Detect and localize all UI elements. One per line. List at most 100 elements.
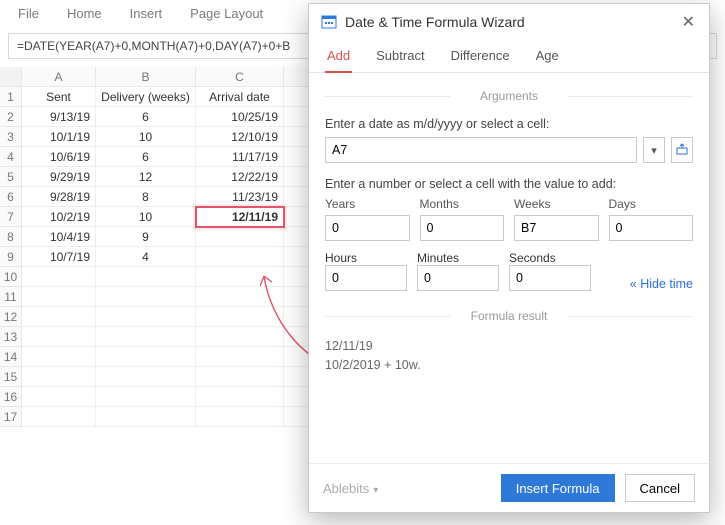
hide-time-link[interactable]: « Hide time [630, 277, 693, 291]
cell[interactable] [196, 347, 284, 367]
cell[interactable] [196, 307, 284, 327]
date-time-wizard-dialog: Date & Time Formula Wizard ✕ Add Subtrac… [308, 3, 710, 513]
cell[interactable] [196, 287, 284, 307]
cell[interactable]: 4 [96, 247, 196, 267]
row-header[interactable]: 10 [0, 267, 22, 287]
col-header[interactable]: A [22, 67, 96, 87]
cell[interactable]: 10/1/19 [22, 127, 96, 147]
row-header[interactable]: 3 [0, 127, 22, 147]
label-days: Days [609, 197, 694, 211]
cell[interactable]: 11/23/19 [196, 187, 284, 207]
cell[interactable] [196, 387, 284, 407]
cell[interactable] [196, 247, 284, 267]
col-header[interactable]: C [196, 67, 284, 87]
weeks-input[interactable] [514, 215, 599, 241]
cell[interactable] [96, 307, 196, 327]
cell[interactable] [196, 327, 284, 347]
row-header[interactable]: 1 [0, 87, 22, 107]
cell[interactable] [196, 407, 284, 427]
cell[interactable]: 10/25/19 [196, 107, 284, 127]
cell[interactable]: 12 [96, 167, 196, 187]
select-all-corner[interactable] [0, 67, 22, 87]
ribbon-tab-file[interactable]: File [18, 6, 39, 21]
date-dropdown-button[interactable]: ▾ [643, 137, 665, 163]
cell[interactable] [96, 387, 196, 407]
row-header[interactable]: 4 [0, 147, 22, 167]
seconds-input[interactable] [509, 265, 591, 291]
row-header[interactable]: 8 [0, 227, 22, 247]
cell[interactable] [22, 407, 96, 427]
row-header[interactable]: 13 [0, 327, 22, 347]
cell[interactable] [22, 347, 96, 367]
cell[interactable] [22, 367, 96, 387]
cell[interactable]: 6 [96, 147, 196, 167]
cell[interactable] [22, 307, 96, 327]
row-header[interactable]: 5 [0, 167, 22, 187]
cell[interactable]: 9/13/19 [22, 107, 96, 127]
label-months: Months [420, 197, 505, 211]
cell[interactable]: 8 [96, 187, 196, 207]
cell[interactable] [96, 287, 196, 307]
cell[interactable]: 9/28/19 [22, 187, 96, 207]
cell[interactable]: 12/10/19 [196, 127, 284, 147]
years-input[interactable] [325, 215, 410, 241]
date-input[interactable] [325, 137, 637, 163]
selected-cell[interactable]: 12/11/19 [196, 207, 284, 227]
row-header[interactable]: 15 [0, 367, 22, 387]
cell[interactable] [22, 327, 96, 347]
cell[interactable] [96, 367, 196, 387]
cell[interactable]: 10 [96, 207, 196, 227]
months-input[interactable] [420, 215, 505, 241]
close-button[interactable]: ✕ [678, 12, 699, 32]
row-header[interactable]: 16 [0, 387, 22, 407]
row-header[interactable]: 7 [0, 207, 22, 227]
row-header[interactable]: 12 [0, 307, 22, 327]
cell[interactable]: 6 [96, 107, 196, 127]
cell[interactable]: 9/29/19 [22, 167, 96, 187]
cell[interactable] [96, 327, 196, 347]
cell[interactable]: 10/6/19 [22, 147, 96, 167]
tab-subtract[interactable]: Subtract [374, 42, 426, 72]
cell[interactable] [22, 267, 96, 287]
brand-link[interactable]: Ablebits▾ [323, 481, 491, 496]
row-header[interactable]: 6 [0, 187, 22, 207]
cell[interactable]: 10/4/19 [22, 227, 96, 247]
cell[interactable] [22, 387, 96, 407]
cell[interactable]: 9 [96, 227, 196, 247]
tab-difference[interactable]: Difference [449, 42, 512, 72]
row-header[interactable]: 14 [0, 347, 22, 367]
dialog-title: Date & Time Formula Wizard [345, 14, 525, 30]
cell[interactable]: 10/7/19 [22, 247, 96, 267]
ribbon-tab-insert[interactable]: Insert [130, 6, 163, 21]
row-header[interactable]: 9 [0, 247, 22, 267]
cancel-button[interactable]: Cancel [625, 474, 695, 502]
ribbon-tab-page-layout[interactable]: Page Layout [190, 6, 263, 21]
tab-age[interactable]: Age [534, 42, 561, 72]
insert-formula-button[interactable]: Insert Formula [501, 474, 615, 502]
cell[interactable]: Delivery (weeks) [96, 87, 196, 107]
row-header[interactable]: 11 [0, 287, 22, 307]
cell[interactable]: Sent [22, 87, 96, 107]
cell[interactable] [96, 407, 196, 427]
row-header[interactable]: 17 [0, 407, 22, 427]
days-input[interactable] [609, 215, 694, 241]
cell[interactable] [196, 367, 284, 387]
minutes-input[interactable] [417, 265, 499, 291]
cell[interactable]: 11/17/19 [196, 147, 284, 167]
cell[interactable]: 10 [96, 127, 196, 147]
col-header[interactable]: B [96, 67, 196, 87]
cell[interactable] [196, 267, 284, 287]
cell[interactable] [196, 227, 284, 247]
cell[interactable] [96, 347, 196, 367]
ribbon-tab-home[interactable]: Home [67, 6, 102, 21]
cell[interactable] [22, 287, 96, 307]
cell-picker-button[interactable] [671, 137, 693, 163]
cell[interactable]: Arrival date [196, 87, 284, 107]
chevron-down-icon: ▾ [373, 485, 378, 496]
hours-input[interactable] [325, 265, 407, 291]
tab-add[interactable]: Add [325, 42, 352, 73]
cell[interactable] [96, 267, 196, 287]
row-header[interactable]: 2 [0, 107, 22, 127]
cell[interactable]: 12/22/19 [196, 167, 284, 187]
cell[interactable]: 10/2/19 [22, 207, 96, 227]
